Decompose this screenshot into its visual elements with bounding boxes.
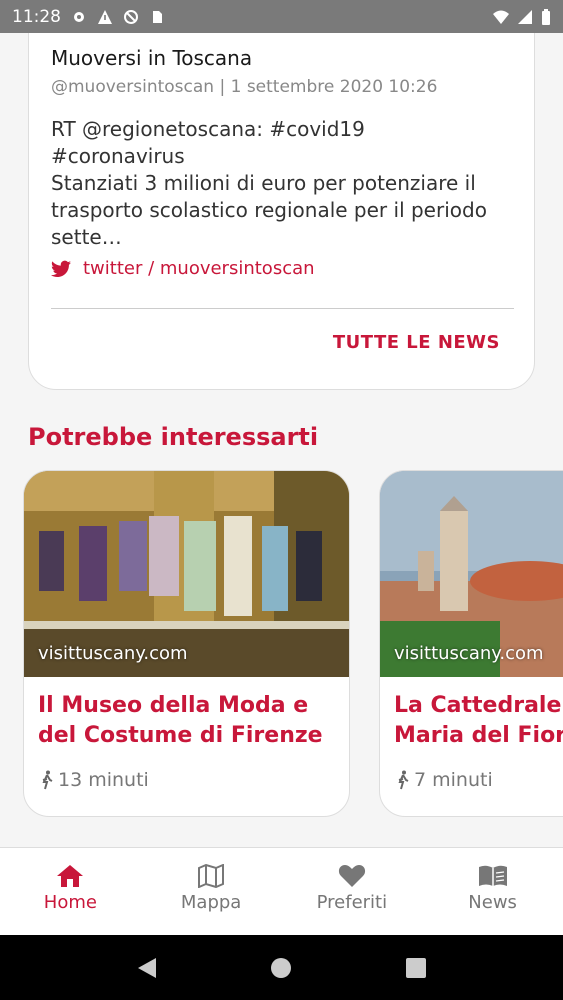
map-icon xyxy=(198,864,225,888)
poi-card[interactable]: visittuscany.com Il Museo della Moda e d… xyxy=(23,470,350,817)
nav-map[interactable]: Mappa xyxy=(141,848,282,935)
poi-title: La Cattedrale di Santa Maria del Fiore xyxy=(394,691,563,751)
poi-time-label: 13 minuti xyxy=(58,769,149,791)
bottom-nav: Home Mappa Preferiti News xyxy=(0,847,563,935)
poi-title: Il Museo della Moda e del Costume di Fir… xyxy=(38,691,338,751)
nav-home[interactable]: Home xyxy=(0,848,141,935)
twitter-icon xyxy=(51,260,71,277)
poi-walk-time: 13 minuti xyxy=(40,769,149,791)
all-news-button[interactable]: TUTTE LE NEWS xyxy=(333,332,500,353)
nav-label: Home xyxy=(43,892,97,913)
news-text: RT @regionetoscana: #covid19 #coronaviru… xyxy=(51,117,487,249)
status-bar: 11:28 xyxy=(0,0,563,33)
nav-news[interactable]: News xyxy=(422,848,563,935)
poi-walk-time: 7 minuti xyxy=(396,769,493,791)
image-credit: visittuscany.com xyxy=(394,643,544,664)
home-content[interactable]: Muoversi in Toscana @muoversintoscan | 1… xyxy=(0,33,563,847)
warning-icon xyxy=(98,9,112,24)
sd-card-icon xyxy=(153,10,162,23)
data-saver-icon xyxy=(124,9,138,24)
status-time: 11:28 xyxy=(12,6,61,27)
heart-icon xyxy=(338,865,365,887)
battery-icon xyxy=(542,8,550,25)
wifi-icon xyxy=(493,10,509,24)
nav-label: Preferiti xyxy=(316,892,388,913)
image-credit: visittuscany.com xyxy=(38,643,188,664)
poi-title-line: del Costume di Firenze xyxy=(38,723,323,748)
poi-title-line: Maria del Fiore xyxy=(394,723,563,748)
home-icon xyxy=(57,865,84,887)
nav-label: Mappa xyxy=(180,892,242,913)
gear-icon xyxy=(74,11,84,22)
home-button-icon[interactable] xyxy=(270,957,292,979)
walking-icon xyxy=(398,770,409,790)
back-icon[interactable] xyxy=(136,957,158,979)
nav-label: News xyxy=(468,892,517,913)
poi-title-line: Il Museo della Moda e xyxy=(38,693,309,718)
system-nav-bar xyxy=(0,935,563,1000)
walking-icon xyxy=(42,770,53,790)
signal-icon xyxy=(518,9,532,24)
nav-favorites[interactable]: Preferiti xyxy=(282,848,423,935)
recents-icon[interactable] xyxy=(405,957,427,979)
book-icon xyxy=(478,865,507,886)
news-author: Muoversi in Toscana xyxy=(51,46,253,70)
poi-time-label: 7 minuti xyxy=(414,769,493,791)
poi-title-line: La Cattedrale di Santa xyxy=(394,693,563,718)
section-title: Potrebbe interessarti xyxy=(28,423,319,451)
news-card[interactable]: Muoversi in Toscana @muoversintoscan | 1… xyxy=(28,33,535,390)
divider xyxy=(51,308,514,309)
twitter-link-label: twitter / muoversintoscan xyxy=(83,258,315,279)
news-meta: @muoversintoscan | 1 settembre 2020 10:2… xyxy=(51,77,438,97)
poi-card[interactable]: visittuscany.com La Cattedrale di Santa … xyxy=(379,470,563,817)
twitter-link[interactable]: twitter / muoversintoscan xyxy=(51,258,315,279)
